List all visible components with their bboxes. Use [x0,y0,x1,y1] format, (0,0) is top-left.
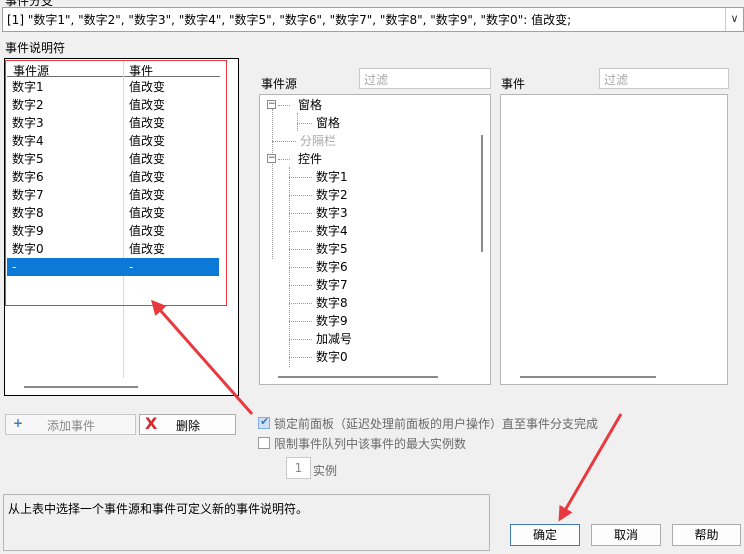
annotation-arrows [151,299,623,522]
arrow-to-ok-button [558,413,623,522]
arrow-to-table [151,299,254,415]
